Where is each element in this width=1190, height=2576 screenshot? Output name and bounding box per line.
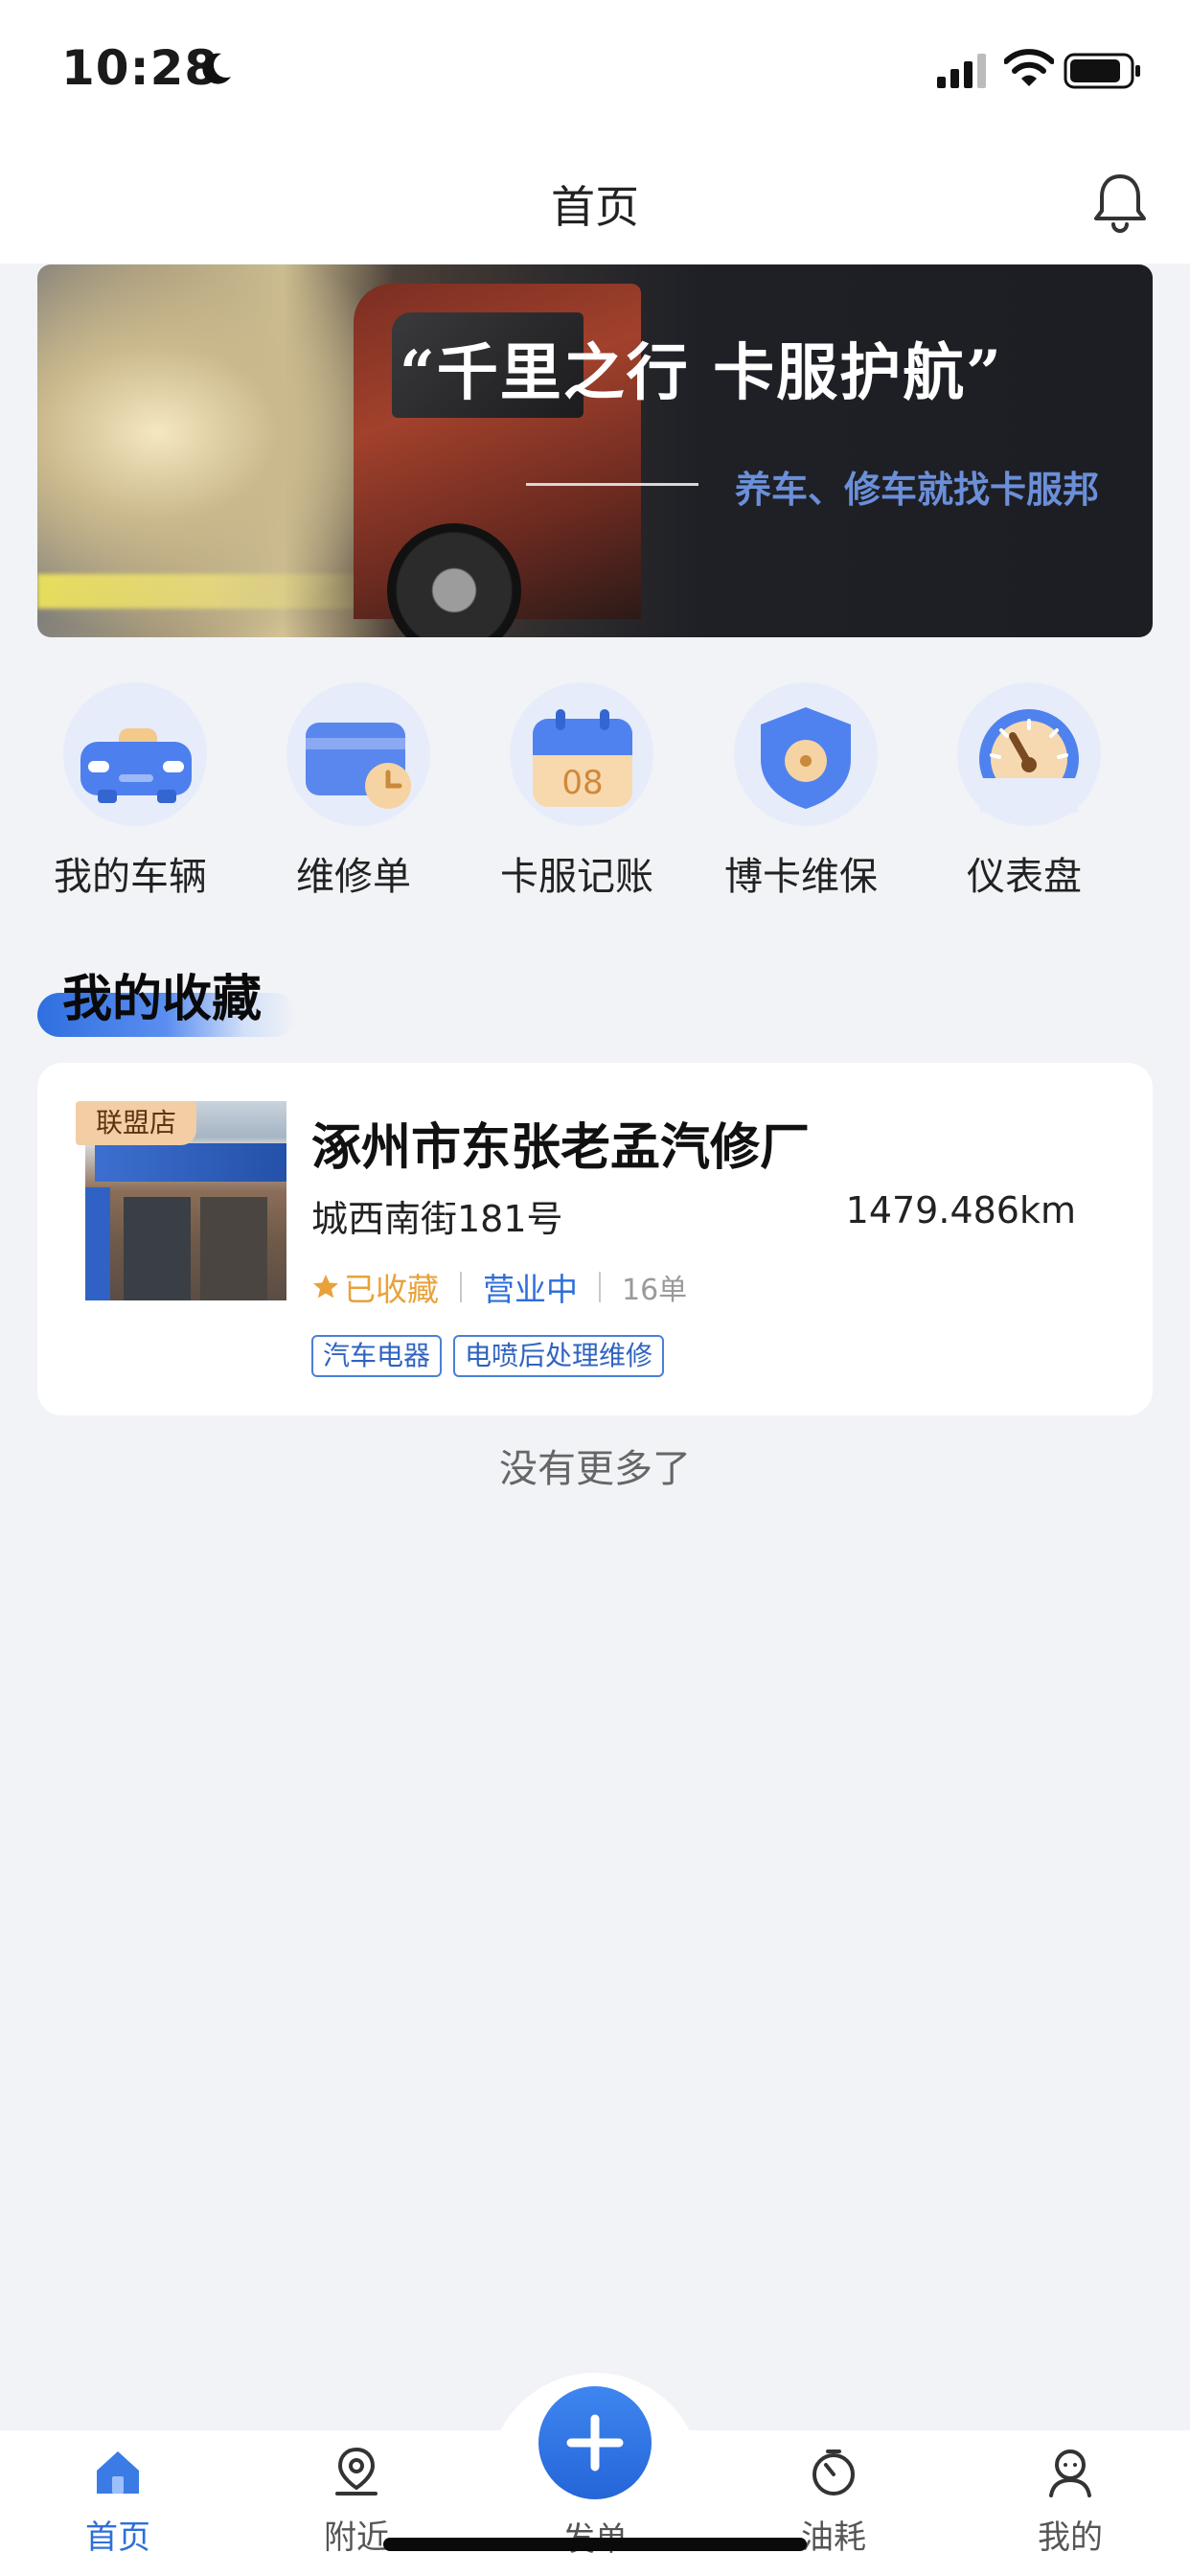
bell-icon[interactable] [1092,171,1148,234]
banner-headline: “千里之行 卡服护航” [400,337,1003,409]
create-order-button[interactable] [538,2386,652,2499]
quick-item-label: 仪表盘 [967,855,1082,899]
timer-icon [812,2450,855,2496]
quick-item-repair-orders[interactable]: 维修单 [258,682,449,912]
home-icon [97,2451,139,2494]
section-title: 我的收藏 [62,971,263,1028]
favorites-section-header: 我的收藏 [37,958,306,1045]
quick-item-maintenance[interactable]: 博卡维保 [705,682,897,912]
shop-meta: 已收藏 营业中 16单 [311,1266,687,1308]
tab-home[interactable]: 首页 [51,2444,185,2558]
banner-road-image [37,574,382,609]
tab-label: 发单 [538,2513,652,2560]
banner-divider [526,483,698,486]
tab-label: 我的 [1038,2518,1103,2557]
status-bar: 10:28 [0,0,1190,144]
user-icon [1049,2450,1091,2497]
page-title: 首页 [551,181,639,233]
quick-item-accounting[interactable]: 08 卡服记账 [481,682,673,912]
signal-icon [937,54,986,88]
shield-icon [761,707,851,809]
banner-subline: 养车、修车就找卡服邦 [735,468,1100,511]
service-tags: 汽车电器 电喷后处理维修 [311,1335,665,1377]
wallet-clock-icon [306,723,411,809]
tab-label: 首页 [85,2518,150,2557]
quick-item-my-vehicles[interactable]: 我的车辆 [34,682,226,912]
meta-divider [599,1272,601,1302]
quick-item-label: 博卡维保 [724,855,878,899]
order-count: 16单 [622,1274,688,1307]
shop-distance: 1479.486km [845,1189,1076,1231]
promo-banner[interactable]: “千里之行 卡服护航” 养车、修车就找卡服邦 [37,264,1153,637]
quick-item-label: 我的车辆 [54,855,207,899]
car-icon [80,728,192,803]
service-tag: 电喷后处理维修 [453,1335,665,1377]
location-pin-icon [335,2447,378,2496]
business-status: 营业中 [483,1271,578,1308]
favorite-shop-card[interactable]: 联盟店 涿州市东张老孟汽修厂 城西南街181号 1479.486km 已收藏 营… [37,1063,1153,1415]
moon-icon [202,53,231,84]
status-time: 10:28 [61,40,219,96]
quick-item-label: 维修单 [296,855,411,899]
svg-text:08: 08 [561,764,603,802]
service-tag: 汽车电器 [311,1335,443,1377]
nav-bar: 首页 [0,144,1190,264]
home-indicator [383,2538,807,2551]
plus-icon [566,2414,624,2472]
shop-address: 城西南街181号 [311,1198,563,1240]
battery-icon [1064,53,1140,89]
star-icon [313,1275,338,1299]
calendar-icon: 08 [533,709,632,807]
shop-name: 涿州市东张老孟汽修厂 [311,1119,811,1177]
quick-item-dashboard[interactable]: 仪表盘 [928,682,1120,912]
gauge-icon [979,709,1079,813]
quick-menu: 我的车辆 维修单 08 卡服记账 博卡维保 仪表盘 [34,682,1156,912]
tab-profile[interactable]: 我的 [1003,2444,1137,2558]
wifi-icon [1004,49,1054,86]
alliance-badge: 联盟店 [76,1101,196,1145]
meta-divider [460,1272,462,1302]
favorited-button[interactable]: 已收藏 [344,1264,439,1310]
no-more-text: 没有更多了 [499,1447,691,1491]
quick-item-label: 卡服记账 [500,855,653,899]
